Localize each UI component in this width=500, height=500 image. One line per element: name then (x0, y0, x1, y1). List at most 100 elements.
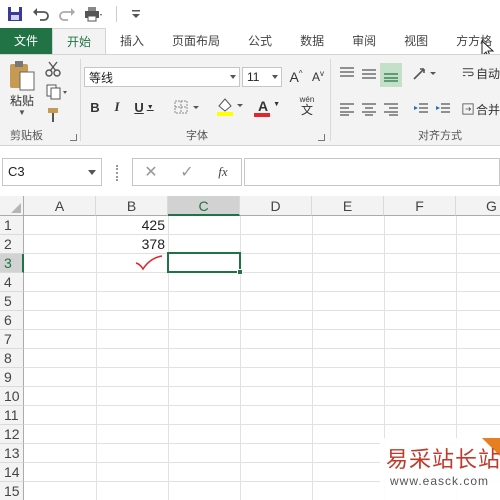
align-left-button[interactable] (336, 99, 358, 119)
grow-font-button[interactable]: A ^ (286, 67, 306, 87)
cell-b2[interactable]: 378 (97, 235, 165, 254)
align-center-button[interactable] (358, 99, 380, 119)
merge-label: 合并 (475, 102, 500, 117)
align-right-button[interactable] (380, 99, 402, 119)
font-size-combo[interactable]: 11 (242, 67, 282, 87)
formula-buttons: ✕ ✓ fx (132, 158, 242, 186)
ribbon: 粘贴 ▼ 剪贴板 等线 11 A ^ Av B I U ▼ A ▼ wén 文 … (0, 54, 500, 146)
gridline (312, 216, 313, 500)
active-cell-c3[interactable] (167, 252, 243, 275)
phonetic-button[interactable]: wén 文 (292, 93, 322, 119)
fill-color-button[interactable] (214, 95, 246, 117)
customize-icon[interactable] (125, 3, 147, 25)
formula-bar: C3 ✕ ✓ fx (0, 156, 500, 190)
merge-center-button[interactable]: 合并 (462, 99, 500, 119)
fill-handle[interactable] (237, 269, 243, 275)
row-header-4[interactable]: 4 (0, 273, 24, 292)
row-header-7[interactable]: 7 (0, 330, 24, 349)
column-header-a[interactable]: A (24, 196, 96, 216)
font-name-combo[interactable]: 等线 (84, 67, 240, 87)
column-header-e[interactable]: E (312, 196, 384, 216)
clipboard-group-label: 剪贴板 (10, 130, 43, 142)
watermark-title: 易采站长站 (386, 448, 500, 473)
insert-function-button[interactable]: fx (205, 164, 241, 180)
toolbar-divider (116, 6, 117, 22)
row-header-2[interactable]: 2 (0, 235, 24, 254)
cut-icon[interactable] (42, 59, 64, 79)
italic-button[interactable]: I (108, 97, 126, 117)
select-all-button[interactable] (0, 196, 24, 216)
row-header-6[interactable]: 6 (0, 311, 24, 330)
tab-home[interactable]: 开始 (52, 28, 107, 54)
chevron-down-icon: ▼ (18, 107, 26, 117)
row-header-15[interactable]: 15 (0, 482, 24, 500)
paste-label: 粘贴 (9, 93, 34, 108)
formula-input[interactable] (244, 158, 500, 186)
font-group-label: 字体 (186, 130, 208, 142)
enter-icon[interactable]: ✓ (169, 162, 205, 182)
row-header-3[interactable]: 3 (0, 254, 24, 273)
orientation-button[interactable] (410, 63, 440, 83)
cell-b1[interactable]: 425 (97, 216, 165, 235)
column-header-d[interactable]: D (240, 196, 312, 216)
chevron-down-icon (230, 75, 236, 79)
row-header-5[interactable]: 5 (0, 292, 24, 311)
gridline (96, 216, 97, 500)
tab-file[interactable]: 文件 (0, 28, 52, 54)
orientation-icon (413, 68, 436, 80)
column-header-g[interactable]: G (456, 196, 500, 216)
align-bottom-button[interactable] (380, 63, 402, 87)
cancel-icon[interactable]: ✕ (133, 162, 169, 182)
tab-review[interactable]: 审阅 (338, 28, 390, 54)
clipboard-launcher-icon[interactable] (70, 134, 77, 141)
column-header-c[interactable]: C (168, 196, 240, 216)
name-box[interactable]: C3 (2, 158, 102, 186)
ribbon-tabs: 文件 开始 插入 页面布局 公式 数据 审阅 视图 方方格 (0, 28, 500, 54)
merge-icon (462, 103, 474, 115)
redo-icon[interactable] (56, 3, 78, 25)
row-header-13[interactable]: 13 (0, 444, 24, 463)
tab-data[interactable]: 数据 (286, 28, 338, 54)
save-icon[interactable] (4, 3, 26, 25)
bold-button[interactable]: B (86, 97, 104, 117)
underline-button[interactable]: U ▼ (130, 97, 158, 117)
decrease-indent-button[interactable] (410, 99, 432, 119)
quick-access-toolbar (0, 0, 500, 28)
print-preview-icon[interactable] (82, 3, 104, 25)
row-header-10[interactable]: 10 (0, 387, 24, 406)
formula-bar-grip[interactable] (116, 165, 119, 181)
row-header-12[interactable]: 12 (0, 425, 24, 444)
row-header-11[interactable]: 11 (0, 406, 24, 425)
increase-indent-button[interactable] (432, 99, 454, 119)
format-painter-icon[interactable] (42, 105, 64, 125)
font-launcher-icon[interactable] (318, 134, 325, 141)
tab-view[interactable]: 视图 (390, 28, 442, 54)
row-header-14[interactable]: 14 (0, 463, 24, 482)
borders-icon (174, 100, 199, 114)
tab-page-layout[interactable]: 页面布局 (158, 28, 234, 54)
group-divider (80, 59, 81, 141)
borders-button[interactable] (172, 97, 202, 117)
font-size-value: 11 (247, 70, 260, 84)
align-top-button[interactable] (336, 63, 358, 83)
paste-button[interactable]: 粘贴 ▼ (4, 59, 40, 117)
chevron-down-icon: ▼ (273, 101, 280, 108)
shrink-font-button[interactable]: Av (308, 67, 328, 87)
undo-icon[interactable] (30, 3, 52, 25)
font-color-button[interactable]: A ▼ (252, 95, 282, 117)
copy-icon[interactable] (42, 82, 72, 102)
wrap-text-button[interactable]: 自动 (462, 63, 500, 83)
font-color-label: A (257, 98, 269, 114)
shrink-font-label: A (311, 70, 320, 84)
watermark-url: www.easck.com (390, 474, 490, 488)
column-header-b[interactable]: B (96, 196, 168, 216)
row-header-1[interactable]: 1 (0, 216, 24, 235)
row-header-9[interactable]: 9 (0, 368, 24, 387)
tab-insert[interactable]: 插入 (106, 28, 158, 54)
tab-formulas[interactable]: 公式 (234, 28, 286, 54)
align-middle-button[interactable] (358, 63, 380, 83)
column-header-f[interactable]: F (384, 196, 456, 216)
alignment-group-label: 对齐方式 (418, 130, 462, 142)
row-header-8[interactable]: 8 (0, 349, 24, 368)
wrap-text-label: 自动 (475, 66, 500, 81)
